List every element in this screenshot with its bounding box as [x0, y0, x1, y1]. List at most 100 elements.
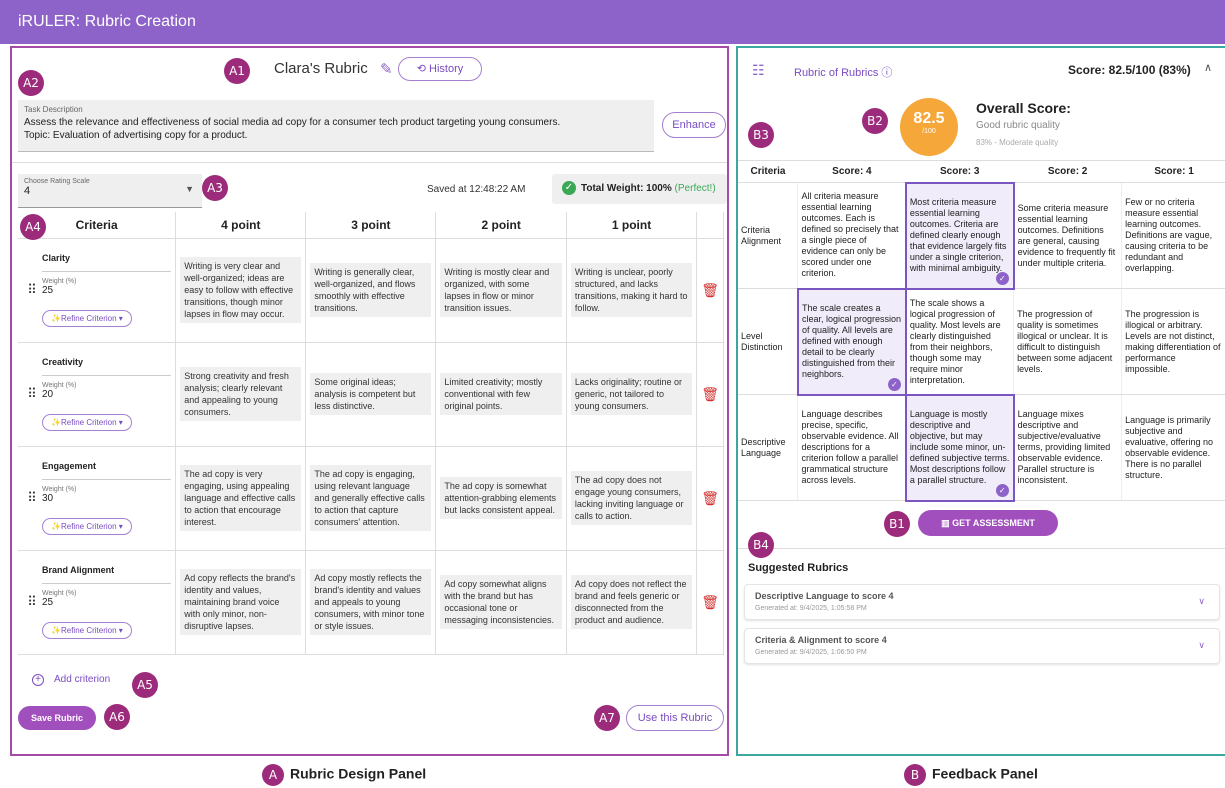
- suggestion-card[interactable]: Descriptive Language to score 4 Generate…: [744, 584, 1220, 620]
- header-score-2: Score: 2: [1013, 160, 1122, 183]
- weight-input[interactable]: 25: [42, 597, 171, 608]
- drag-handle-icon[interactable]: ⠿: [22, 594, 42, 610]
- feedback-criterion-name: Criteria Alignment: [738, 182, 799, 289]
- rubric-header-row: Criteria 4 point 3 point 2 point 1 point: [18, 212, 724, 239]
- suggestion-date: Generated at: 9/4/2025, 1:05:58 PM: [755, 605, 867, 612]
- drag-handle-icon[interactable]: ⠿: [22, 386, 42, 402]
- feedback-cell-selected: The scale creates a clear, logical progr…: [796, 287, 907, 396]
- total-weight-badge: ✓ Total Weight: 100% (Perfect!): [552, 174, 727, 204]
- suggestion-name: Descriptive Language to score 4: [755, 591, 894, 601]
- chart-icon: ▥: [941, 518, 953, 528]
- criterion-cell: ⠿ Brand Alignment Weight (%) 25 ✨Refine …: [18, 550, 177, 655]
- drag-handle-icon[interactable]: ⠿: [22, 490, 42, 506]
- criterion-name[interactable]: Clarity: [42, 253, 172, 272]
- criterion-cell: ⠿ Engagement Weight (%) 30 ✨Refine Crite…: [18, 446, 177, 551]
- delete-icon[interactable]: 🗑: [696, 550, 724, 655]
- badge-a2: A2: [18, 70, 44, 96]
- use-rubric-button[interactable]: Use this Rubric: [626, 705, 724, 731]
- weight-input[interactable]: 30: [42, 493, 171, 504]
- suggested-rubrics-title: Suggested Rubrics: [748, 562, 849, 574]
- task-description-line2: Topic: Evaluation of advertising copy fo…: [24, 130, 248, 141]
- feedback-cell-selected: Most criteria measure essential learning…: [904, 181, 1015, 290]
- suggestion-date: Generated at: 9/4/2025, 1:06:50 PM: [755, 649, 867, 656]
- suggestion-name: Criteria & Alignment to score 4: [755, 635, 887, 645]
- add-criterion-button[interactable]: + Add criterion: [32, 674, 110, 686]
- refine-criterion-button[interactable]: ✨Refine Criterion ▾: [42, 310, 132, 327]
- edit-pencil-icon[interactable]: ✎: [380, 60, 398, 78]
- criterion-name[interactable]: Brand Alignment: [42, 565, 172, 584]
- delete-icon[interactable]: 🗑: [696, 446, 724, 551]
- score-circle: 82.5 /100: [900, 98, 958, 156]
- history-button[interactable]: ⟲ History: [398, 57, 482, 81]
- score-summary: Score: 82.5/100 (83%): [1068, 63, 1191, 77]
- level-description[interactable]: The ad copy is very engaging, using appe…: [180, 465, 302, 531]
- level-description[interactable]: The ad copy is engaging, using relevant …: [310, 465, 432, 531]
- badge-a7: A7: [594, 705, 620, 731]
- feedback-cell: All criteria measure essential learning …: [797, 182, 907, 289]
- level-description[interactable]: The ad copy does not engage young consum…: [570, 471, 693, 525]
- criterion-name[interactable]: Creativity: [42, 357, 172, 376]
- level-description[interactable]: Ad copy mostly reflects the brand's iden…: [310, 569, 432, 635]
- feedback-cell: Some criteria measure essential learning…: [1013, 182, 1123, 289]
- feedback-cell: Few or no criteria measure essential lea…: [1121, 182, 1225, 289]
- header-4-point: 4 point: [175, 212, 307, 239]
- level-description[interactable]: Limited creativity; mostly conventional …: [440, 373, 562, 415]
- chevron-down-icon[interactable]: ∨: [1198, 596, 1205, 607]
- delete-icon[interactable]: 🗑: [696, 342, 724, 447]
- header-criteria: Criteria: [738, 160, 798, 183]
- level-description[interactable]: Writing is very clear and well-organized…: [180, 257, 302, 323]
- level-description[interactable]: Strong creativity and fresh analysis; cl…: [180, 367, 302, 421]
- panel-a-label: A Rubric Design Panel: [262, 764, 426, 786]
- level-description[interactable]: Some original ideas; analysis is compete…: [310, 373, 432, 415]
- level-description[interactable]: Writing is mostly clear and organized, w…: [440, 263, 562, 317]
- weight-label: Weight (%): [42, 590, 77, 597]
- level-description[interactable]: Ad copy does not reflect the brand and f…: [570, 575, 693, 629]
- saved-status: Saved at 12:48:22 AM: [427, 184, 526, 195]
- rating-scale-select[interactable]: Choose Rating Scale 4 ▼: [18, 174, 202, 208]
- badge-b1: B1: [884, 511, 910, 537]
- divider: [738, 548, 1225, 549]
- delete-icon[interactable]: 🗑: [696, 238, 724, 343]
- check-icon: ✓: [995, 483, 1009, 497]
- enhance-button[interactable]: Enhance: [662, 112, 726, 138]
- suggestion-card[interactable]: Criteria & Alignment to score 4 Generate…: [744, 628, 1220, 664]
- score-value: 82.5: [913, 110, 945, 127]
- table-row: Level Distinction The scale creates a cl…: [738, 287, 1225, 396]
- refine-criterion-button[interactable]: ✨Refine Criterion ▾: [42, 414, 132, 431]
- weight-input[interactable]: 25: [42, 285, 171, 296]
- help-icon[interactable]: ⓘ: [881, 67, 892, 79]
- task-description-label: Task Description: [24, 105, 83, 114]
- table-row: ⠿ Creativity Weight (%) 20 ✨Refine Crite…: [18, 342, 724, 447]
- get-assessment-button[interactable]: ▥ GET ASSESSMENT: [918, 510, 1058, 536]
- score-max: /100: [922, 128, 936, 135]
- table-row: ⠿ Clarity Weight (%) 25 ✨Refine Criterio…: [18, 238, 724, 343]
- weight-input[interactable]: 20: [42, 389, 171, 400]
- app-title-bar: iRULER: Rubric Creation: [0, 0, 1225, 44]
- refine-criterion-button[interactable]: ✨Refine Criterion ▾: [42, 518, 132, 535]
- overall-quality: Good rubric quality: [976, 120, 1060, 131]
- level-description[interactable]: Ad copy reflects the brand's identity an…: [180, 569, 302, 635]
- overall-quality-detail: 83% - Moderate quality: [976, 138, 1059, 147]
- drag-handle-icon[interactable]: ⠿: [22, 282, 42, 298]
- badge-a5: A5: [132, 672, 158, 698]
- badge-b: B: [904, 764, 926, 786]
- level-description[interactable]: Ad copy somewhat aligns with the brand b…: [440, 575, 562, 629]
- rating-scale-label: Choose Rating Scale: [24, 178, 90, 185]
- task-description-field[interactable]: Task Description Assess the relevance an…: [18, 100, 654, 152]
- check-icon: ✓: [887, 377, 901, 391]
- save-rubric-button[interactable]: Save Rubric: [18, 706, 96, 730]
- collapse-chevron-icon[interactable]: ∧: [1204, 61, 1212, 74]
- chevron-down-icon[interactable]: ∨: [1198, 640, 1205, 651]
- criterion-name[interactable]: Engagement: [42, 461, 172, 480]
- badge-a4: A4: [20, 214, 46, 240]
- feedback-cell: The progression of quality is sometimes …: [1013, 288, 1123, 395]
- feedback-cell: The progression is illogical or arbitrar…: [1121, 288, 1225, 395]
- plus-icon: +: [32, 674, 44, 686]
- level-description[interactable]: The ad copy is somewhat attention-grabbi…: [440, 477, 562, 519]
- level-description[interactable]: Writing is unclear, poorly structured, a…: [570, 263, 693, 317]
- level-description[interactable]: Writing is generally clear, well-organiz…: [310, 263, 432, 317]
- level-description[interactable]: Lacks originality; routine or generic, n…: [570, 373, 693, 415]
- table-row: Descriptive Language Language describes …: [738, 393, 1225, 502]
- feedback-criterion-name: Level Distinction: [738, 288, 799, 395]
- refine-criterion-button[interactable]: ✨Refine Criterion ▾: [42, 622, 132, 639]
